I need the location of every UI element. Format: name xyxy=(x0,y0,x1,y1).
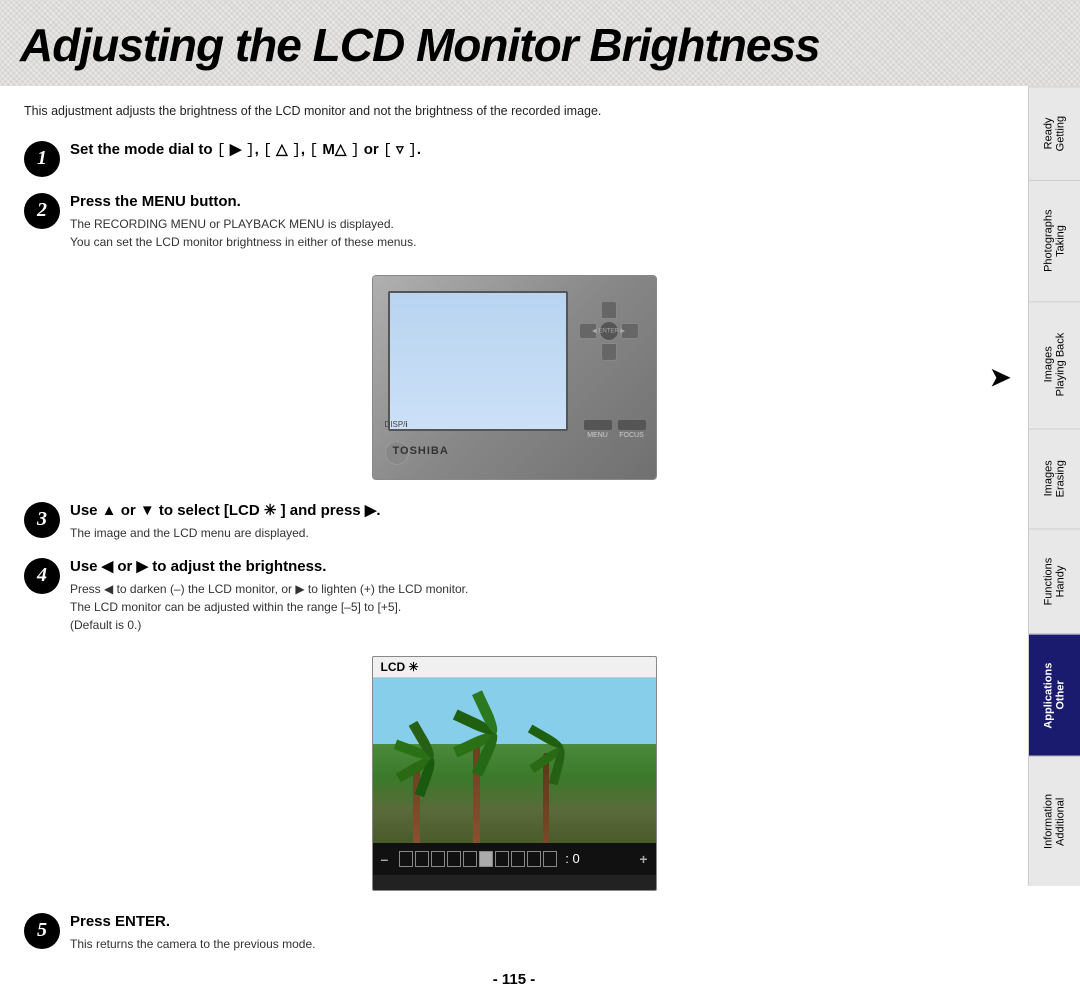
toshiba-brand: TOSHIBA xyxy=(393,445,449,457)
camera-image-wrapper: ◀ ENTER ▶ MENU FOCUS xyxy=(24,265,1004,490)
step-3-desc: The image and the LCD menu are displayed… xyxy=(70,524,1004,542)
camera-body: ◀ ENTER ▶ MENU FOCUS xyxy=(373,276,656,479)
sidebar-item-playing-back[interactable]: Playing Back Images xyxy=(1029,301,1080,427)
step-4-desc: Press ◀ to darken (–) the LCD monitor, o… xyxy=(70,580,1004,634)
bar-seg-10 xyxy=(543,851,557,867)
camera-icon-2: 🗑 xyxy=(633,438,646,449)
dpad-center: ◀ ENTER ▶ xyxy=(599,321,619,341)
sidebar-item-handy[interactable]: Handy Functions xyxy=(1029,528,1080,634)
bar-seg-8 xyxy=(511,851,525,867)
step-5-content: Press ENTER. This returns the camera to … xyxy=(70,911,1004,953)
step-4-content: Use ◀ or ▶ to adjust the brightness. Pre… xyxy=(70,556,1004,634)
bar-seg-6 xyxy=(479,851,493,867)
lcd-display-image: LCD ✳ xyxy=(372,656,657,891)
dpad-down xyxy=(601,343,617,361)
step-2-number: 2 xyxy=(24,193,60,229)
bar-seg-4 xyxy=(447,851,461,867)
bar-seg-5 xyxy=(463,851,477,867)
step-3-number: 3 xyxy=(24,502,60,538)
lcd-header-text: LCD ✳ xyxy=(381,660,419,674)
sidebar-item-other-apps[interactable]: Other Applications xyxy=(1029,634,1080,756)
leaf-3-2 xyxy=(527,724,564,751)
step-2-content: Press the MENU button. The RECORDING MEN… xyxy=(70,191,1004,251)
step-5-title: Press ENTER. xyxy=(70,911,1004,932)
camera-icon-1: ▤ xyxy=(613,438,622,449)
camera-screen xyxy=(388,291,568,431)
minus-label: – xyxy=(381,851,389,867)
menu-btn-label: MENU xyxy=(584,432,612,439)
bar-seg-7 xyxy=(495,851,509,867)
camera-arrow: ➤ xyxy=(989,361,1012,394)
step-2-desc: The RECORDING MENU or PLAYBACK MENU is d… xyxy=(70,215,1004,251)
camera-controls: ◀ ENTER ▶ xyxy=(579,301,644,366)
right-section: Getting Ready Taking Photographs Playing… xyxy=(1028,86,1080,886)
palm-tree-3 xyxy=(543,753,549,843)
focus-btn-rect xyxy=(618,420,646,430)
sidebar-item-additional[interactable]: Additional Information xyxy=(1029,756,1080,886)
page-title: Adjusting the LCD Monitor Brightness xyxy=(0,0,1080,86)
dpad-up xyxy=(601,301,617,319)
left-panel: This adjustment adjusts the brightness o… xyxy=(0,86,1028,886)
sidebar-item-erasing[interactable]: Erasing Images xyxy=(1029,428,1080,528)
page-number: - 115 - xyxy=(24,971,1004,988)
plus-label: + xyxy=(639,851,647,867)
step-1-content: Set the mode dial to [ ▶ ], [ △ ], [ M△ … xyxy=(70,139,1004,164)
palm-tree-2 xyxy=(473,743,480,843)
step-5-desc: This returns the camera to the previous … xyxy=(70,935,1004,953)
camera-image: ◀ ENTER ▶ MENU FOCUS xyxy=(372,275,657,480)
step-3: 3 Use ▲ or ▼ to select [LCD ✳ ] and pres… xyxy=(24,500,1004,542)
step-4-number: 4 xyxy=(24,558,60,594)
sidebar-item-getting-ready[interactable]: Getting Ready xyxy=(1029,86,1080,180)
dpad: ◀ ENTER ▶ xyxy=(579,301,639,361)
intro-text: This adjustment adjusts the brightness o… xyxy=(24,102,1004,121)
step-1: 1 Set the mode dial to [ ▶ ], [ △ ], [ M… xyxy=(24,139,1004,177)
lcd-photo-area xyxy=(373,678,656,843)
palm-tree-1 xyxy=(413,763,420,843)
step-2-title: Press the MENU button. xyxy=(70,191,1004,212)
sidebar: Getting Ready Taking Photographs Playing… xyxy=(1028,86,1080,886)
brightness-bar: : 0 xyxy=(399,851,628,867)
step-3-content: Use ▲ or ▼ to select [LCD ✳ ] and press … xyxy=(70,500,1004,542)
lcd-header: LCD ✳ xyxy=(373,657,656,678)
enter-label: ◀ ENTER ▶ xyxy=(592,327,625,334)
step-5-number: 5 xyxy=(24,913,60,949)
page-wrapper: Adjusting the LCD Monitor Brightness Thi… xyxy=(0,0,1080,886)
disp-label: DISP/i xyxy=(385,420,408,429)
step-3-title: Use ▲ or ▼ to select [LCD ✳ ] and press … xyxy=(70,500,1004,521)
step-1-title: Set the mode dial to [ ▶ ], [ △ ], [ M△ … xyxy=(70,139,1004,161)
step-2: 2 Press the MENU button. The RECORDING M… xyxy=(24,191,1004,251)
step-4: 4 Use ◀ or ▶ to adjust the brightness. P… xyxy=(24,556,1004,634)
bar-seg-1 xyxy=(399,851,413,867)
bar-seg-3 xyxy=(431,851,445,867)
sidebar-item-taking-photos[interactable]: Taking Photographs xyxy=(1029,180,1080,301)
bar-value: : 0 xyxy=(565,851,579,866)
lcd-image-wrapper: LCD ✳ xyxy=(24,648,1004,899)
menu-btn-area: MENU xyxy=(584,420,612,439)
step-4-title: Use ◀ or ▶ to adjust the brightness. xyxy=(70,556,1004,577)
step-1-number: 1 xyxy=(24,141,60,177)
step-5: 5 Press ENTER. This returns the camera t… xyxy=(24,911,1004,953)
camera-screen-bg xyxy=(390,293,566,429)
bar-seg-9 xyxy=(527,851,541,867)
main-content: This adjustment adjusts the brightness o… xyxy=(0,86,1080,886)
page-header: Adjusting the LCD Monitor Brightness xyxy=(0,0,1080,86)
camera-icons-row: ▤ 🗑 xyxy=(613,433,646,451)
menu-btn-rect xyxy=(584,420,612,430)
bar-seg-2 xyxy=(415,851,429,867)
